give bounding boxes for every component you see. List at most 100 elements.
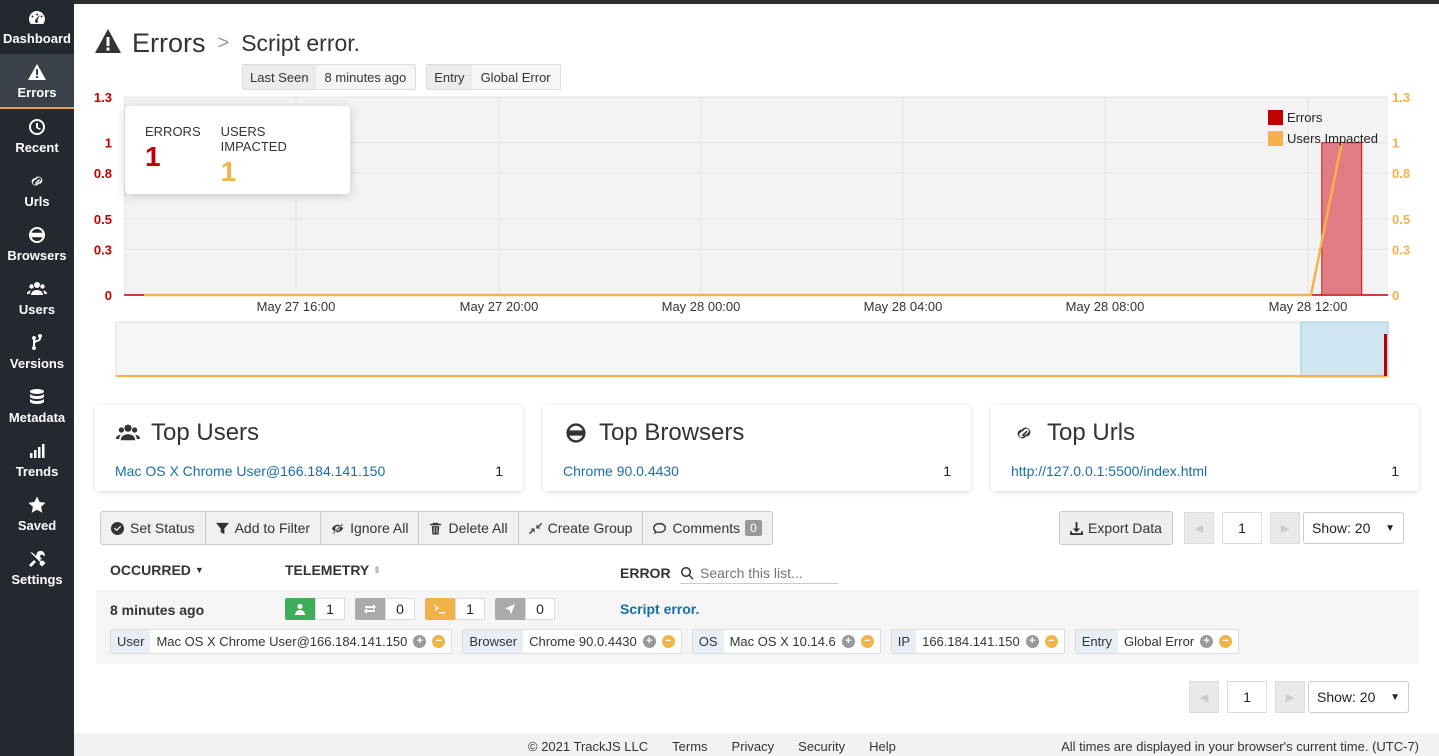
- footer-link-help[interactable]: Help: [869, 739, 896, 754]
- minus-circle-icon[interactable]: −: [1044, 635, 1058, 648]
- warning-icon: [94, 28, 122, 59]
- sidebar-item-dashboard[interactable]: Dashboard: [0, 0, 74, 54]
- minus-circle-icon[interactable]: −: [432, 635, 446, 648]
- y-tick-label-right: 0.5: [1392, 212, 1410, 227]
- sidebar-item-saved[interactable]: Saved: [0, 487, 74, 541]
- minus-circle-icon[interactable]: −: [1219, 635, 1233, 648]
- next-page-button[interactable]: ▶: [1275, 681, 1305, 713]
- minus-circle-icon[interactable]: −: [661, 635, 675, 648]
- footer-link-terms[interactable]: Terms: [672, 739, 707, 754]
- y-tick-label-right: 0: [1392, 288, 1399, 303]
- minus-circle-icon[interactable]: −: [860, 635, 874, 648]
- add-to-filter-button[interactable]: Add to Filter: [206, 512, 322, 544]
- sidebar-item-recent[interactable]: Recent: [0, 109, 74, 163]
- search-input[interactable]: [700, 564, 830, 581]
- plus-circle-icon[interactable]: +: [1025, 635, 1039, 648]
- chevron-right-icon: ▶: [1280, 522, 1290, 535]
- plus-circle-icon[interactable]: +: [1200, 635, 1214, 648]
- delete-all-button[interactable]: Delete All: [419, 512, 519, 544]
- error-message-link[interactable]: Script error.: [620, 601, 699, 617]
- prev-page-button[interactable]: ◀: [1184, 512, 1214, 544]
- sidebar-item-label: Versions: [9, 356, 65, 371]
- sidebar-item-label: Browsers: [7, 248, 67, 263]
- sidebar-item-metadata[interactable]: Metadata: [0, 379, 74, 433]
- telemetry-navigation[interactable]: 0: [495, 598, 555, 620]
- x-tick-label: May 27 16:00: [257, 299, 336, 314]
- plus-circle-icon[interactable]: +: [841, 635, 855, 648]
- chip-user: User Mac OS X Chrome User@166.184.141.15…: [110, 629, 453, 654]
- sidebar-item-browsers[interactable]: Browsers: [0, 217, 74, 271]
- page-number: 1: [1222, 512, 1262, 544]
- sidebar-item-errors[interactable]: Errors: [0, 54, 74, 109]
- www-icon: [29, 227, 45, 243]
- chevron-right-icon: ▶: [1285, 691, 1295, 704]
- sidebar-item-label: Urls: [24, 194, 50, 209]
- trash-icon: [430, 522, 442, 535]
- telemetry-user[interactable]: 1: [285, 598, 345, 620]
- chip-entry: Entry Global Error + −: [1074, 629, 1240, 654]
- top-browser-link[interactable]: Chrome 90.0.4430: [563, 463, 679, 479]
- footer: © 2021 TrackJS LLC Terms Privacy Securit…: [74, 733, 1439, 756]
- navigator-errors-bar: [1384, 334, 1387, 376]
- timezone-note: All times are displayed in your browser'…: [1061, 739, 1419, 754]
- comments-button[interactable]: Comments 0: [643, 512, 771, 544]
- x-tick-label: May 28 12:00: [1269, 299, 1348, 314]
- navigator: [115, 321, 1389, 378]
- sidebar-item-label: Trends: [15, 464, 59, 479]
- export-data-button[interactable]: Export Data: [1059, 511, 1173, 545]
- top-user-link[interactable]: Mac OS X Chrome User@166.184.141.150: [115, 463, 385, 479]
- y-tick-label-left: 1: [105, 136, 112, 151]
- chevron-down-icon: ▼: [1385, 522, 1395, 534]
- breadcrumb-errors[interactable]: Errors: [132, 28, 206, 59]
- sidebar-item-settings[interactable]: Settings: [0, 541, 74, 595]
- sidebar-item-users[interactable]: Users: [0, 271, 74, 325]
- users-icon: [116, 424, 140, 441]
- compress-icon: [528, 522, 542, 534]
- plus-circle-icon[interactable]: +: [413, 635, 427, 648]
- console-icon: [425, 598, 455, 620]
- plus-circle-icon[interactable]: +: [642, 635, 656, 648]
- card-title: Top Urls: [1047, 419, 1136, 446]
- sidebar-item-trends[interactable]: Trends: [0, 433, 74, 487]
- sidebar-item-versions[interactable]: Versions: [0, 325, 74, 379]
- card-title: Top Users: [151, 419, 260, 446]
- footer-link-security[interactable]: Security: [798, 739, 845, 754]
- ignore-all-button[interactable]: Ignore All: [321, 512, 420, 544]
- top-user-count: 1: [495, 463, 503, 479]
- create-group-button[interactable]: Create Group: [519, 512, 644, 544]
- network-icon: [355, 598, 385, 620]
- breadcrumb-separator: >: [217, 32, 230, 54]
- column-telemetry[interactable]: TELEMETRY ⇕: [285, 562, 381, 578]
- chip-browser: Browser Chrome 90.0.4430 + −: [462, 629, 682, 654]
- chart-legend: Errors Users Impacted: [1267, 110, 1378, 152]
- top-url-link[interactable]: http://127.0.0.1:5500/index.html: [1011, 463, 1207, 479]
- search-icon: [681, 566, 694, 579]
- tools-icon: [29, 550, 46, 567]
- prev-page-button[interactable]: ◀: [1189, 681, 1219, 713]
- column-occurred[interactable]: OCCURRED ▼: [110, 562, 204, 578]
- top-browsers-card: Top Browsers Chrome 90.0.4430 1: [543, 405, 971, 491]
- legend-item-errors[interactable]: Errors: [1267, 110, 1378, 125]
- y-tick-label-left: 0: [105, 288, 112, 303]
- bulk-actions-toolbar: Set Status Add to Filter Ignore All Dele…: [100, 511, 773, 545]
- telemetry-console[interactable]: 1: [425, 598, 485, 620]
- next-page-button[interactable]: ▶: [1270, 512, 1300, 544]
- sidebar-item-urls[interactable]: Urls: [0, 163, 74, 217]
- footer-link-privacy[interactable]: Privacy: [732, 739, 775, 754]
- table-row[interactable]: 8 minutes ago 1 0 1 0 Script error. User…: [96, 590, 1419, 664]
- page-header: Errors > Script error.: [94, 28, 360, 59]
- pagination-bottom: ◀ 1 ▶: [1189, 681, 1305, 713]
- sidebar-item-label: Dashboard: [3, 31, 71, 46]
- search-box: [680, 562, 838, 584]
- set-status-button[interactable]: Set Status: [101, 512, 206, 544]
- sidebar-item-label: Recent: [15, 140, 59, 155]
- legend-item-users[interactable]: Users Impacted: [1267, 131, 1378, 146]
- telemetry-network[interactable]: 0: [355, 598, 415, 620]
- users-impacted-stat: USERS IMPACTED 1: [220, 124, 287, 187]
- page-size-select[interactable]: Show: 20 ▼: [1308, 681, 1409, 713]
- chip-ip: IP 166.184.141.150 + −: [890, 629, 1065, 654]
- errors-bar: [1321, 142, 1363, 296]
- database-icon: [30, 389, 44, 404]
- top-bar: [74, 0, 1439, 4]
- page-size-select[interactable]: Show: 20 ▼: [1303, 512, 1404, 544]
